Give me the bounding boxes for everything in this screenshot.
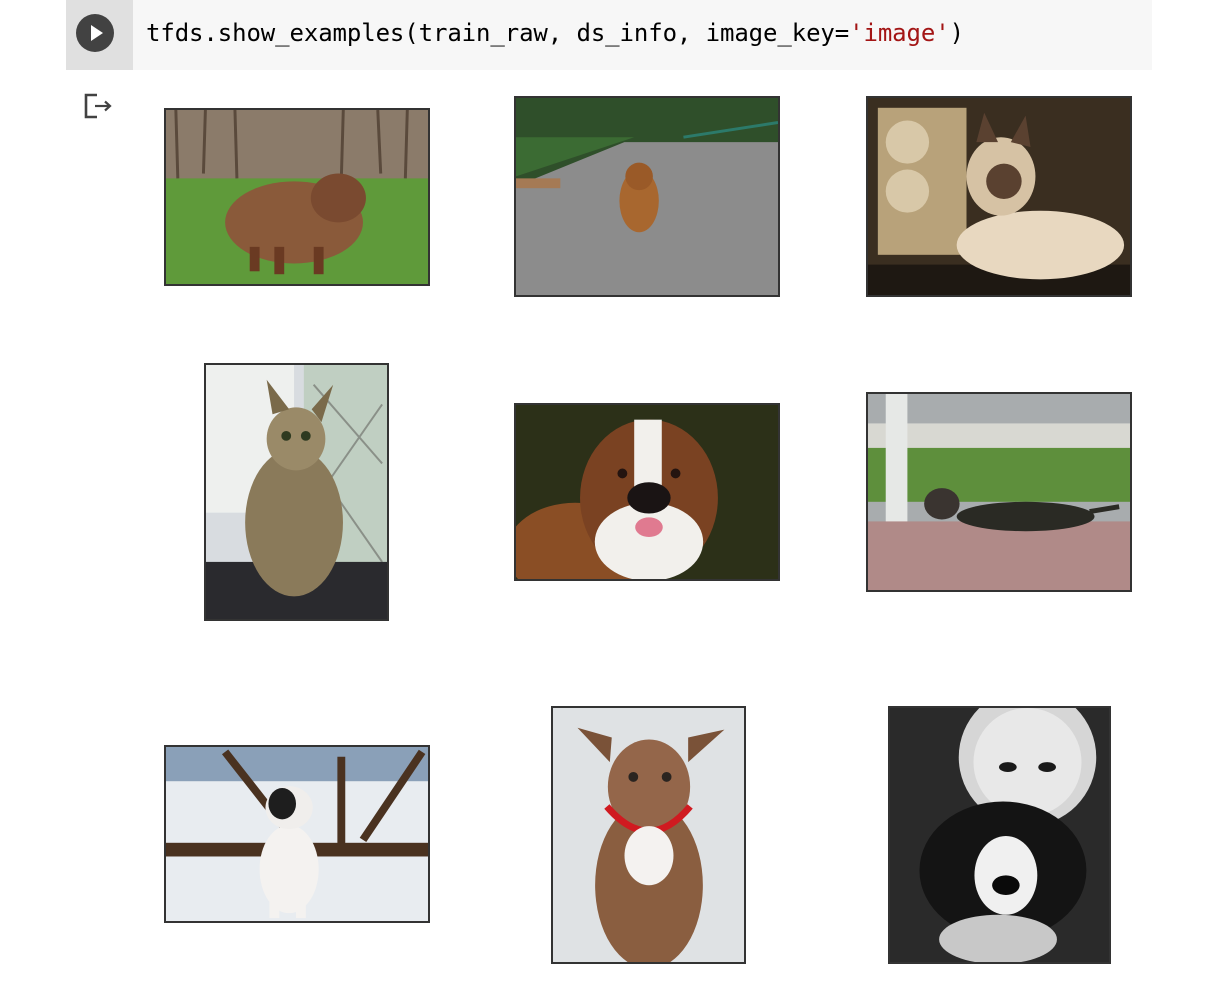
example-image-7 [164, 745, 430, 923]
example-image-1 [164, 108, 430, 286]
example-image-2 [514, 96, 780, 297]
code-line[interactable]: tfds.show_examples(train_raw, ds_info, i… [146, 16, 964, 50]
code-closing-paren: ) [949, 19, 964, 47]
code-call: tfds.show_examples(train_raw, ds_info, i… [146, 19, 850, 47]
example-image-9 [888, 706, 1111, 964]
example-image-8 [551, 706, 746, 964]
example-image-3 [866, 96, 1132, 297]
play-icon [91, 25, 103, 41]
example-image-4 [204, 363, 389, 621]
output-redirect-icon[interactable] [83, 92, 113, 120]
code-string-literal: 'image' [849, 19, 950, 47]
cell-gutter [66, 0, 133, 70]
example-image-5 [514, 403, 780, 581]
run-cell-button[interactable] [76, 14, 114, 52]
code-cell[interactable]: tfds.show_examples(train_raw, ds_info, i… [66, 0, 1152, 70]
example-image-6 [866, 392, 1132, 592]
